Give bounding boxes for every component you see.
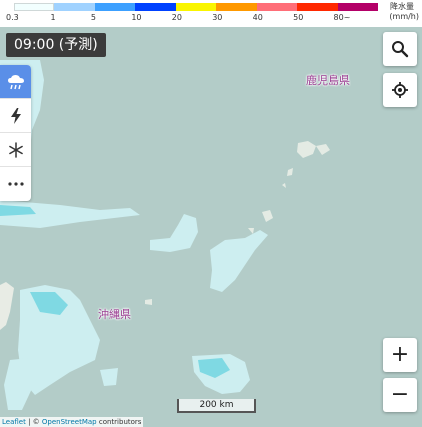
land-islet-3 bbox=[145, 299, 152, 305]
rain-cloud-icon bbox=[7, 74, 24, 89]
attribution-contributors: contributors bbox=[96, 418, 142, 426]
legend-unit: (mm/h) bbox=[389, 12, 419, 21]
locate-icon bbox=[392, 82, 408, 98]
legend-swatch bbox=[216, 3, 257, 11]
legend-swatch bbox=[175, 3, 217, 11]
legend-label: 1 bbox=[50, 13, 56, 22]
forecast-time-label[interactable]: 09:00 (予測) bbox=[6, 33, 106, 57]
legend-unit-title: 降水量 bbox=[390, 2, 414, 11]
search-button[interactable] bbox=[383, 32, 417, 66]
lightning-icon bbox=[10, 107, 21, 124]
legend-swatch bbox=[135, 3, 176, 11]
place-label-okinawa: 沖縄県 bbox=[98, 308, 131, 321]
attribution-separator: | © bbox=[25, 418, 42, 426]
attribution: Leaflet | © OpenStreetMap contributors bbox=[0, 417, 144, 427]
layer-lightning-button[interactable] bbox=[0, 99, 31, 133]
legend-label: 5 bbox=[90, 13, 96, 22]
legend-label: 40 bbox=[252, 13, 263, 22]
legend-swatch bbox=[256, 3, 298, 11]
legend-swatch bbox=[94, 3, 136, 11]
layer-rain-button[interactable] bbox=[0, 65, 31, 99]
precipitation-legend: 0.3 1 5 10 20 30 40 50 80~ 降水量 (mm/h) bbox=[0, 0, 422, 27]
layer-snow-button[interactable] bbox=[0, 133, 31, 167]
legend-swatch bbox=[14, 3, 55, 11]
osm-link[interactable]: OpenStreetMap bbox=[42, 418, 97, 426]
layer-more-button[interactable] bbox=[0, 167, 31, 201]
zoom-in-label: + bbox=[390, 342, 410, 367]
zoom-out-button[interactable]: − bbox=[383, 378, 417, 412]
locate-button[interactable] bbox=[383, 73, 417, 107]
legend-label: 20 bbox=[171, 13, 182, 22]
snowflake-icon bbox=[8, 141, 23, 158]
scale-bar: 200 km bbox=[177, 399, 256, 413]
legend-swatch bbox=[337, 3, 378, 11]
map-canvas[interactable] bbox=[0, 0, 422, 427]
leaflet-link[interactable]: Leaflet bbox=[2, 418, 26, 426]
legend-label: 0.3 bbox=[6, 13, 19, 22]
legend-swatch bbox=[54, 3, 95, 11]
legend-label: 80~ bbox=[333, 13, 351, 22]
legend-label: 10 bbox=[131, 13, 142, 22]
more-icon bbox=[7, 182, 24, 186]
legend-label: 50 bbox=[293, 13, 304, 22]
layer-panel bbox=[0, 65, 31, 201]
legend-label: 30 bbox=[212, 13, 223, 22]
search-icon bbox=[392, 41, 409, 58]
legend-swatch bbox=[297, 3, 338, 11]
zoom-out-label: − bbox=[390, 382, 410, 407]
zoom-in-button[interactable]: + bbox=[383, 338, 417, 372]
place-label-kagoshima: 鹿児島県 bbox=[306, 74, 350, 87]
